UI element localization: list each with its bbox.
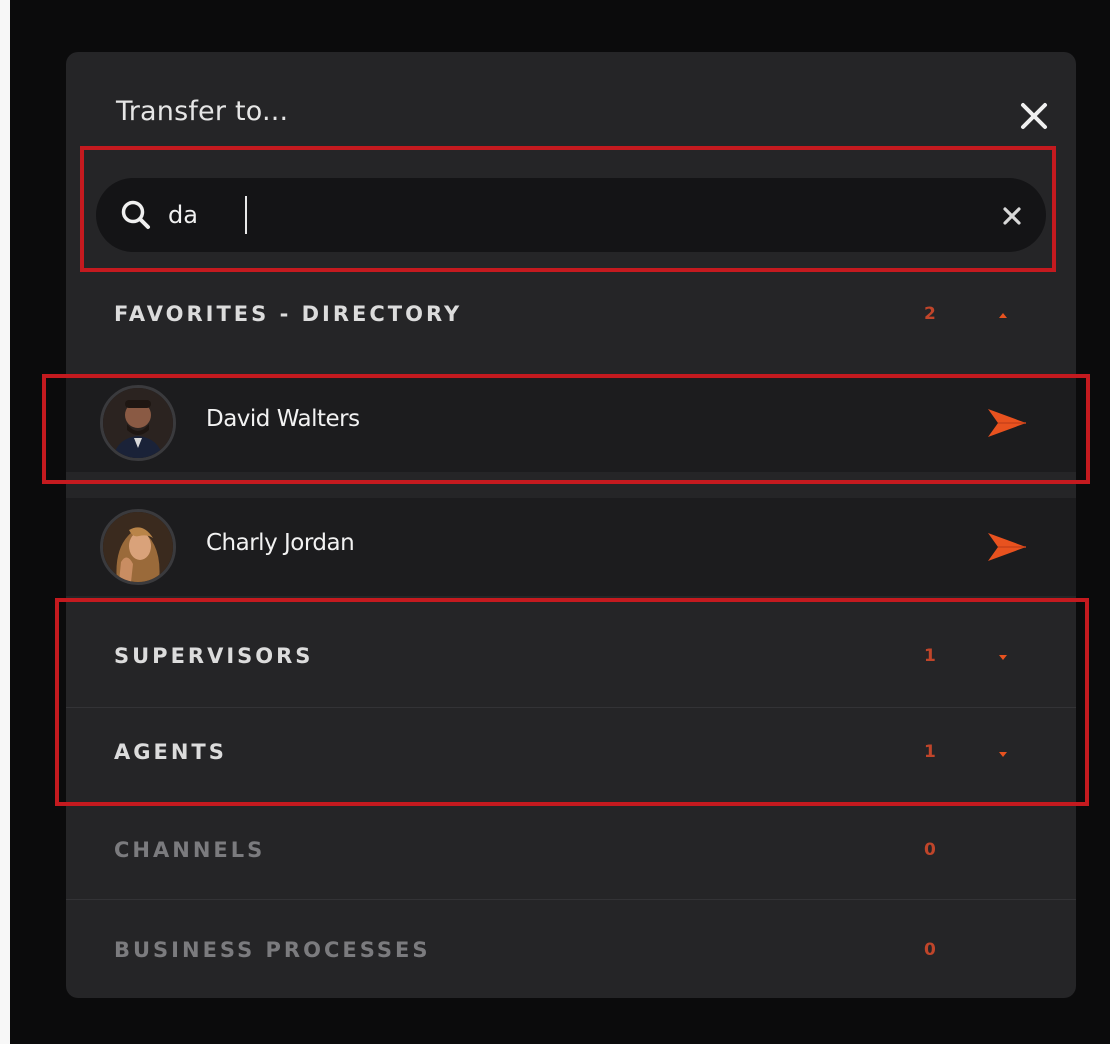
send-transfer-button[interactable] — [986, 407, 1028, 439]
bottom-edge — [0, 1044, 1110, 1051]
send-icon — [988, 409, 1026, 437]
transfer-dialog: Transfer to... FAVORITES - DIRECTORY 2 — [66, 52, 1076, 998]
section-favorites-directory[interactable]: FAVORITES - DIRECTORY 2 — [66, 266, 1076, 362]
clear-search-button[interactable] — [1001, 205, 1023, 227]
section-count: 1 — [924, 646, 936, 666]
section-label: SUPERVISORS — [114, 644, 314, 668]
section-label: BUSINESS PROCESSES — [114, 938, 431, 962]
section-business-processes: BUSINESS PROCESSES 0 — [66, 900, 1076, 996]
avatar — [100, 509, 176, 585]
section-count: 0 — [924, 940, 936, 960]
search-field — [96, 178, 1046, 252]
section-channels: CHANNELS 0 — [66, 802, 1076, 898]
dialog-title: Transfer to... — [116, 96, 289, 127]
contact-name: Charly Jordan — [206, 530, 355, 556]
left-edge — [0, 0, 10, 1051]
section-supervisors[interactable]: SUPERVISORS 1 — [66, 606, 1076, 702]
search-icon — [119, 198, 153, 232]
section-count: 1 — [924, 742, 936, 762]
section-label: AGENTS — [114, 740, 227, 764]
section-agents[interactable]: AGENTS 1 — [66, 708, 1076, 804]
contact-row-charly-jordan[interactable]: Charly Jordan — [66, 498, 1076, 596]
close-button[interactable] — [1016, 98, 1052, 134]
contact-name: David Walters — [206, 406, 360, 432]
chevron-down-icon[interactable] — [996, 651, 1010, 665]
close-icon — [1021, 103, 1047, 129]
clear-icon — [1003, 207, 1021, 225]
send-transfer-button[interactable] — [986, 531, 1028, 563]
chevron-up-icon[interactable] — [996, 308, 1010, 322]
avatar — [100, 385, 176, 461]
send-icon — [988, 533, 1026, 561]
text-cursor — [245, 196, 247, 234]
section-count: 2 — [924, 304, 936, 324]
section-label: CHANNELS — [114, 838, 266, 862]
section-label: FAVORITES - DIRECTORY — [114, 302, 463, 326]
section-count: 0 — [924, 840, 936, 860]
chevron-down-icon[interactable] — [996, 748, 1010, 762]
search-input[interactable] — [168, 190, 948, 240]
contact-row-david-walters[interactable]: David Walters — [66, 374, 1076, 472]
